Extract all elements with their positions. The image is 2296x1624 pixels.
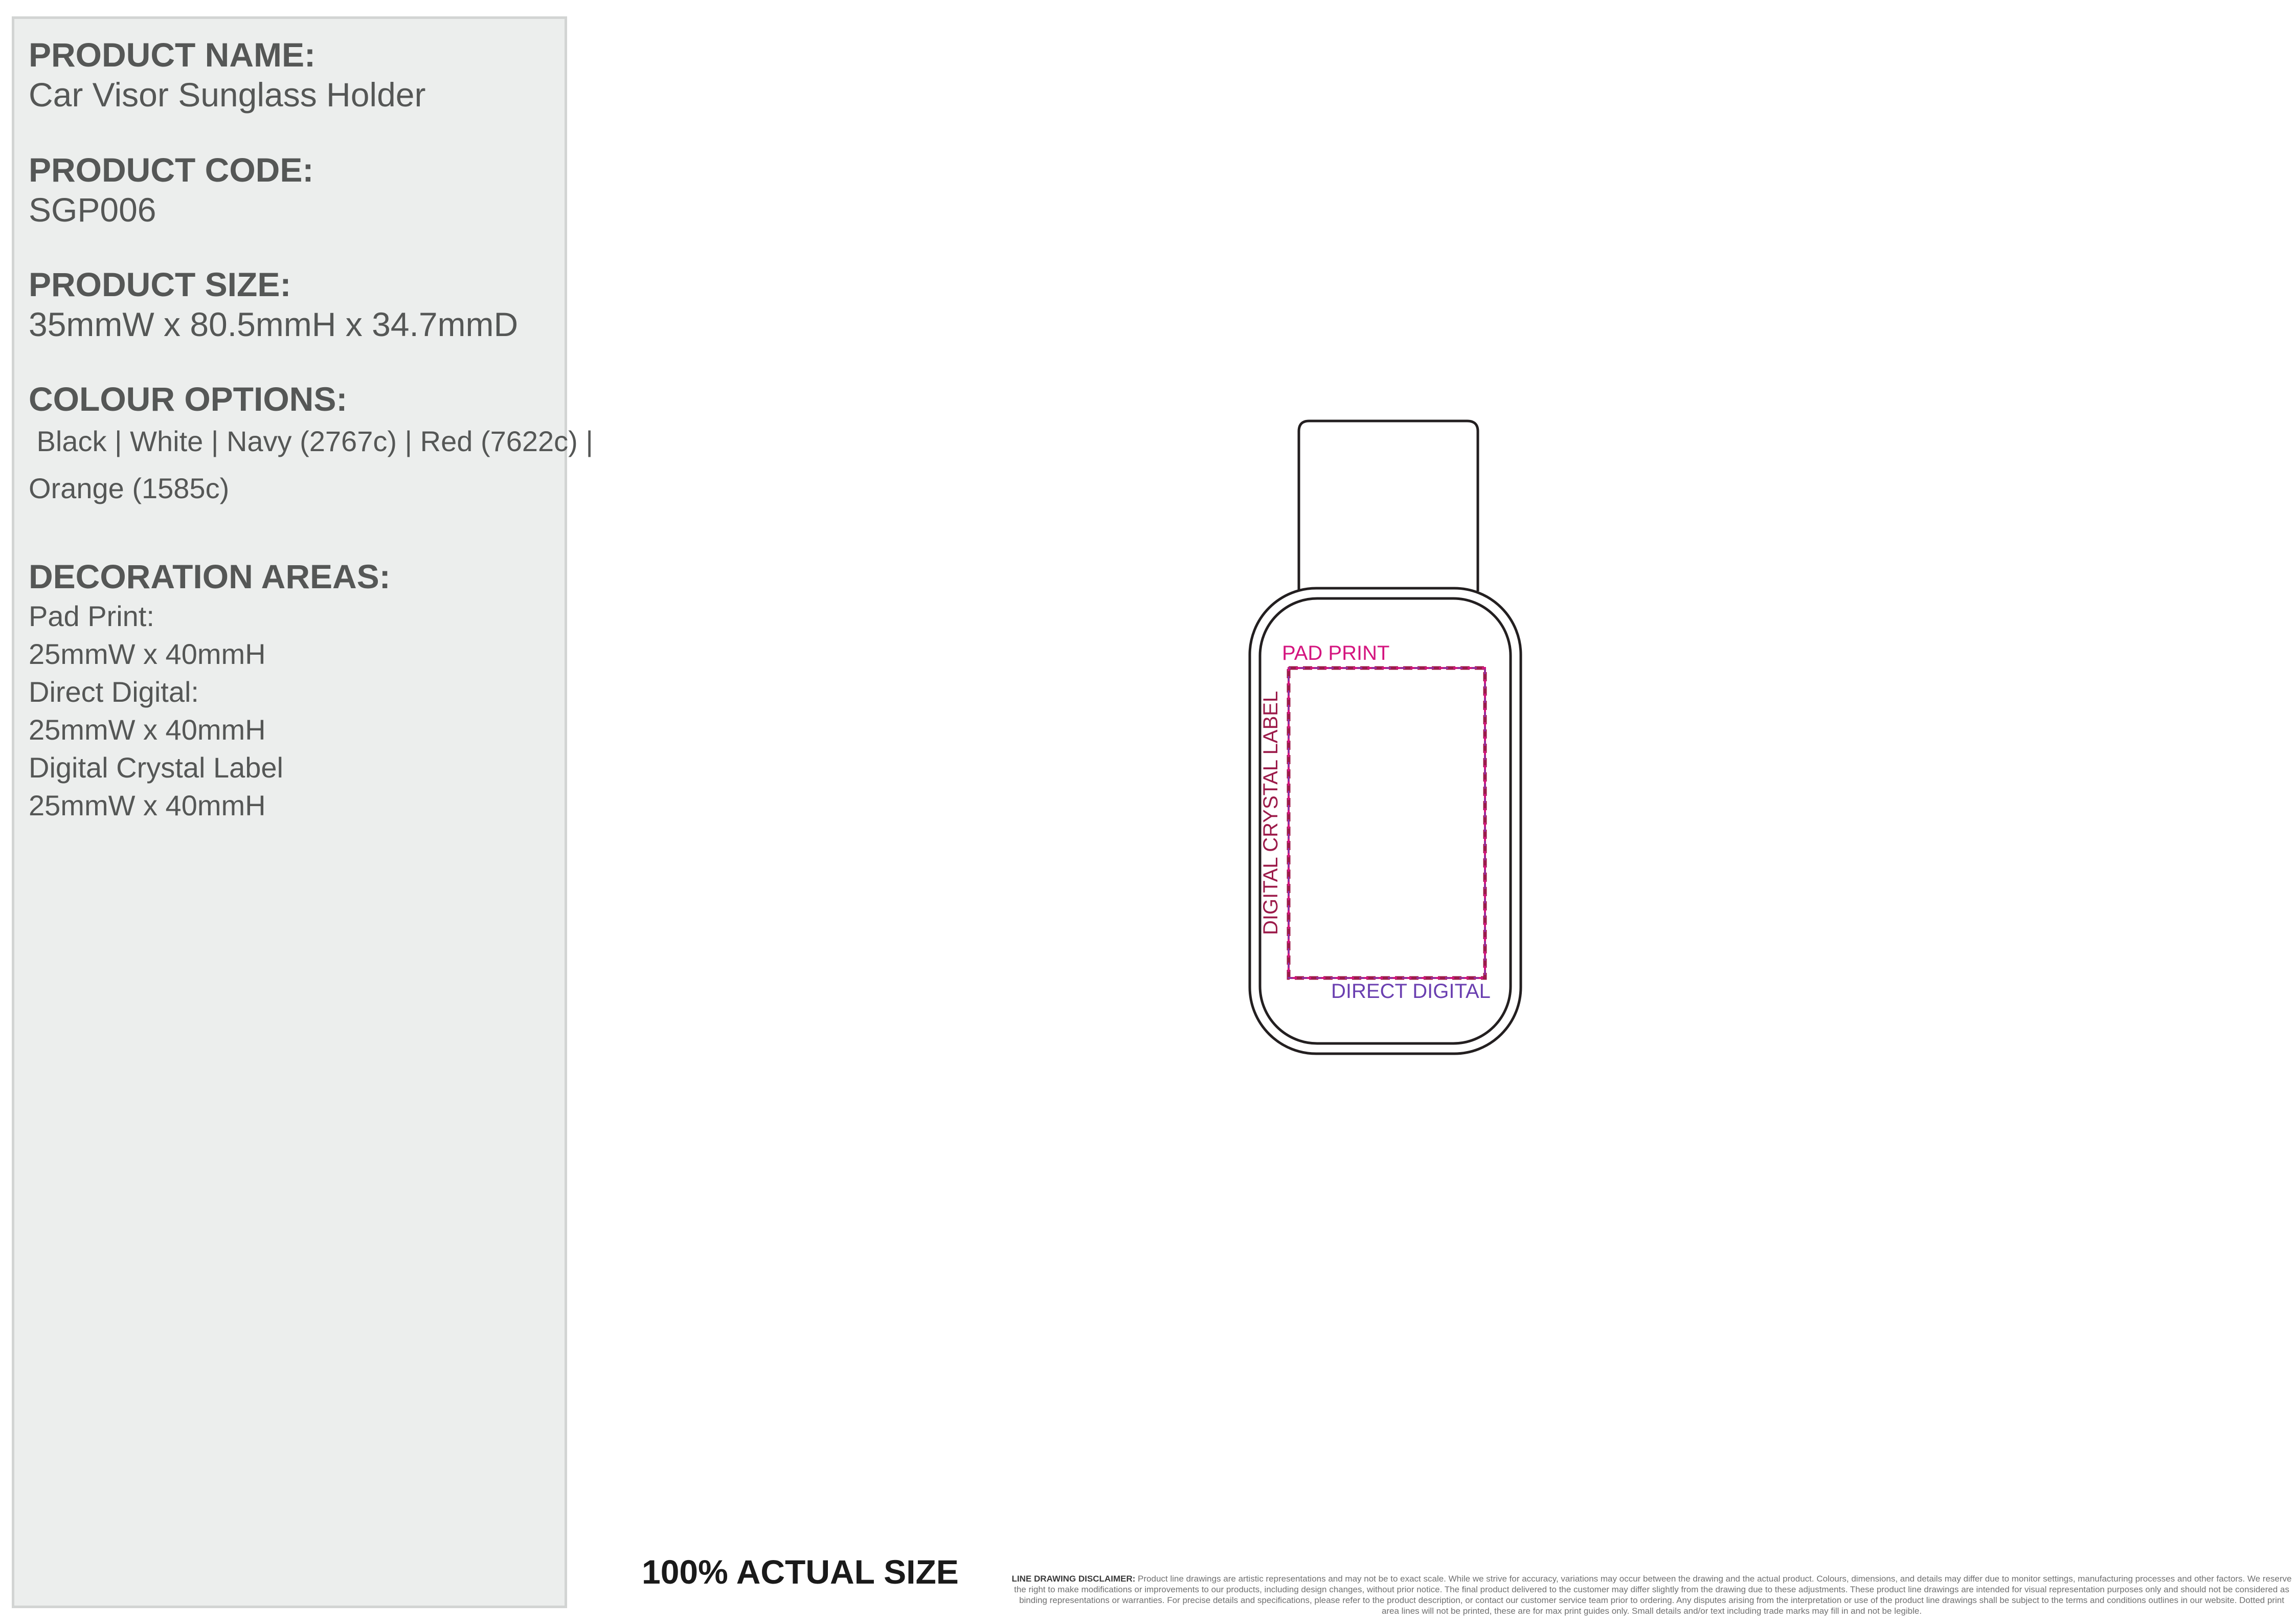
decoration-line: Pad Print:: [29, 600, 154, 632]
direct-digital-label: DIRECT DIGITAL: [1331, 980, 1491, 1003]
colour-options-section: COLOUR OPTIONS: Black | White | Navy (27…: [29, 382, 593, 512]
product-line-drawing: PAD PRINT DIRECT DIGITAL DIGITAL CRYSTAL…: [1248, 419, 1522, 1055]
product-size-heading: PRODUCT SIZE:: [29, 265, 291, 303]
disclaimer-text: Product line drawings are artistic repre…: [1014, 1574, 2292, 1616]
decoration-line: 25mmW x 40mmH: [29, 714, 266, 746]
colour-options-line-2: Orange (1585c): [29, 472, 230, 504]
decoration-line: Direct Digital:: [29, 676, 199, 708]
product-name-heading: PRODUCT NAME:: [29, 36, 316, 74]
decoration-areas-section: DECORATION AREAS: Pad Print: 25mmW x 40m…: [29, 560, 391, 825]
visor-clip-outline: [1297, 419, 1479, 591]
disclaimer-label: LINE DRAWING DISCLAIMER:: [1011, 1574, 1136, 1584]
product-size-section: PRODUCT SIZE: 35mmW x 80.5mmH x 34.7mmD: [29, 268, 518, 341]
colour-options-line-1: Black | White | Navy (2767c) | Red (7622…: [29, 425, 593, 457]
decoration-line: 25mmW x 40mmH: [29, 638, 266, 670]
decoration-areas-heading: DECORATION AREAS:: [29, 558, 391, 595]
colour-options-heading: COLOUR OPTIONS:: [29, 380, 348, 418]
decoration-line: 25mmW x 40mmH: [29, 789, 266, 821]
product-name-value: Car Visor Sunglass Holder: [29, 76, 426, 114]
product-code-section: PRODUCT CODE: SGP006: [29, 153, 313, 227]
pad-print-label: PAD PRINT: [1282, 642, 1389, 664]
decoration-line: Digital Crystal Label: [29, 751, 283, 784]
product-code-heading: PRODUCT CODE:: [29, 151, 314, 189]
product-info-panel: PRODUCT NAME: Car Visor Sunglass Holder …: [12, 16, 593, 1608]
decoration-areas-list: Pad Print: 25mmW x 40mmH Direct Digital:…: [29, 597, 391, 825]
product-name-section: PRODUCT NAME: Car Visor Sunglass Holder: [29, 38, 425, 112]
product-code-value: SGP006: [29, 191, 156, 229]
actual-size-note: 100% ACTUAL SIZE: [642, 1553, 959, 1591]
digital-crystal-label: DIGITAL CRYSTAL LABEL: [1259, 691, 1282, 935]
line-drawing-disclaimer: LINE DRAWING DISCLAIMER: Product line dr…: [1010, 1573, 2293, 1616]
product-size-value: 35mmW x 80.5mmH x 34.7mmD: [29, 305, 519, 343]
